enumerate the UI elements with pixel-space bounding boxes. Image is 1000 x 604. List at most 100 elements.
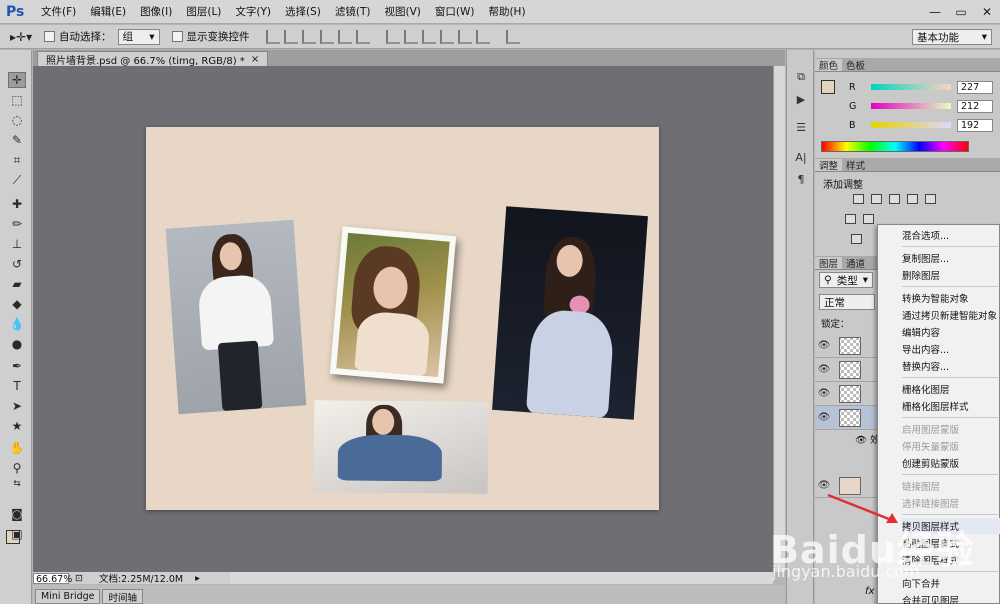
red-value-field[interactable]: 227 bbox=[957, 80, 993, 94]
eyedropper-tool-icon[interactable]: ⟋ bbox=[8, 172, 26, 188]
close-tab-icon[interactable]: × bbox=[251, 54, 259, 65]
tab-mini-bridge[interactable]: Mini Bridge bbox=[35, 589, 101, 604]
green-value-field[interactable]: 212 bbox=[957, 99, 993, 113]
path-select-tool-icon[interactable]: ➤ bbox=[8, 398, 26, 414]
align-right-icon[interactable] bbox=[355, 29, 370, 44]
menu-item[interactable]: 滤镜(T) bbox=[328, 4, 378, 19]
vertical-scrollbar[interactable] bbox=[773, 66, 785, 572]
context-menu-item[interactable]: 创建剪贴蒙版 bbox=[902, 455, 1000, 471]
actions-panel-icon[interactable]: ▶ bbox=[793, 92, 809, 106]
invert-icon[interactable] bbox=[851, 234, 862, 244]
photo-white-shirt[interactable] bbox=[165, 219, 307, 415]
clone-stamp-tool-icon[interactable]: ⊥ bbox=[8, 236, 26, 252]
show-transform-checkbox[interactable] bbox=[171, 31, 183, 42]
hand-tool-icon[interactable]: ✋ bbox=[8, 440, 26, 456]
eye-icon[interactable]: 👁 bbox=[815, 364, 833, 375]
auto-select-checkbox[interactable] bbox=[44, 31, 55, 42]
align-hcenter-icon[interactable] bbox=[337, 29, 352, 44]
auto-align-icon[interactable] bbox=[505, 29, 520, 44]
context-menu-item[interactable]: 转换为智能对象 bbox=[902, 290, 1000, 306]
layer-filter-dropdown[interactable]: ⚲ 类型 ▾ bbox=[819, 272, 873, 288]
menu-item[interactable]: 图像(I) bbox=[133, 4, 179, 19]
tab-swatches[interactable]: 色板 bbox=[842, 59, 869, 72]
status-menu-arrow-icon[interactable]: ▸ bbox=[195, 573, 200, 584]
photo-reclining[interactable] bbox=[313, 400, 489, 494]
eye-icon[interactable]: 👁 bbox=[815, 412, 833, 423]
eye-icon[interactable]: 👁 bbox=[815, 340, 833, 351]
history-panel-icon[interactable]: ⧉ bbox=[793, 70, 809, 84]
zoom-level-field[interactable]: 66.67% bbox=[33, 572, 72, 585]
document-canvas[interactable] bbox=[146, 127, 659, 510]
menu-item[interactable]: 窗口(W) bbox=[428, 4, 482, 19]
tab-adjustments[interactable]: 调整 bbox=[815, 159, 843, 172]
restore-button[interactable]: ▭ bbox=[948, 0, 974, 24]
menu-item[interactable]: 文件(F) bbox=[34, 4, 83, 19]
properties-panel-icon[interactable]: ☰ bbox=[793, 120, 809, 134]
menu-item[interactable]: 视图(V) bbox=[377, 4, 427, 19]
swap-colors-icon[interactable]: ⇆ bbox=[8, 476, 26, 492]
color-panel-foreground-swatch[interactable] bbox=[821, 80, 835, 94]
paint-bucket-tool-icon[interactable]: ◆ bbox=[8, 296, 26, 312]
type-tool-icon[interactable]: T bbox=[8, 378, 26, 394]
move-tool-icon[interactable]: ✛ bbox=[8, 72, 26, 88]
context-menu-item[interactable]: 替换内容... bbox=[902, 358, 1000, 374]
align-top-icon[interactable] bbox=[265, 29, 280, 44]
workspace-dropdown[interactable]: 基本功能 ▾ bbox=[912, 29, 992, 45]
context-menu-item[interactable]: 复制图层... bbox=[902, 250, 1000, 266]
distribute-right-icon[interactable] bbox=[475, 29, 490, 44]
vibrance-icon[interactable] bbox=[925, 194, 936, 204]
blend-mode-dropdown[interactable]: 正常 bbox=[819, 294, 875, 310]
document-tab[interactable]: 照片墙背景.psd @ 66.7% (timg, RGB/8) * × bbox=[37, 51, 269, 67]
screen-mode-icon[interactable]: ▣ bbox=[8, 526, 26, 542]
character-panel-icon[interactable]: A| bbox=[793, 150, 809, 164]
photo-polaroid-frame[interactable] bbox=[329, 226, 457, 384]
context-menu-item[interactable]: 合并可见图层 bbox=[902, 592, 1000, 604]
green-slider[interactable] bbox=[871, 103, 951, 109]
levels-icon[interactable] bbox=[871, 194, 882, 204]
distribute-top-icon[interactable] bbox=[385, 29, 400, 44]
crop-tool-icon[interactable]: ⌗ bbox=[8, 152, 26, 168]
curves-icon[interactable] bbox=[889, 194, 900, 204]
auto-select-dropdown[interactable]: 组 ▾ bbox=[117, 28, 160, 45]
canvas-area[interactable] bbox=[33, 66, 773, 572]
doc-info-icon[interactable]: ⊡ bbox=[75, 573, 83, 584]
context-menu-item[interactable]: 栅格化图层样式 bbox=[902, 398, 1000, 414]
brush-tool-icon[interactable]: ✏ bbox=[8, 216, 26, 232]
blue-slider[interactable] bbox=[871, 122, 951, 128]
paragraph-panel-icon[interactable]: ¶ bbox=[793, 172, 809, 186]
close-button[interactable]: ✕ bbox=[974, 0, 1000, 24]
menu-item[interactable]: 帮助(H) bbox=[481, 4, 532, 19]
minimize-button[interactable]: — bbox=[922, 0, 948, 24]
pen-tool-icon[interactable]: ✒ bbox=[8, 358, 26, 374]
lasso-tool-icon[interactable]: ◌ bbox=[8, 112, 26, 128]
align-bottom-icon[interactable] bbox=[301, 29, 316, 44]
hue-saturation-icon[interactable] bbox=[845, 214, 856, 224]
tab-timeline[interactable]: 时间轴 bbox=[102, 589, 143, 604]
tab-layers[interactable]: 图层 bbox=[815, 257, 843, 270]
horizontal-scrollbar[interactable] bbox=[230, 572, 773, 584]
distribute-bottom-icon[interactable] bbox=[421, 29, 436, 44]
move-tool-preset-icon[interactable]: ▸✛▾ bbox=[10, 27, 44, 47]
history-brush-tool-icon[interactable]: ↺ bbox=[8, 256, 26, 272]
distribute-left-icon[interactable] bbox=[439, 29, 454, 44]
context-menu-item[interactable]: 通过拷贝新建智能对象 bbox=[902, 307, 1000, 323]
menu-item[interactable]: 文字(Y) bbox=[228, 4, 278, 19]
color-spectrum-bar[interactable] bbox=[821, 141, 969, 152]
blur-tool-icon[interactable]: 💧 bbox=[8, 316, 26, 332]
color-balance-icon[interactable] bbox=[863, 214, 874, 224]
align-left-icon[interactable] bbox=[319, 29, 334, 44]
context-menu-item[interactable]: 编辑内容 bbox=[902, 324, 1000, 340]
distribute-vcenter-icon[interactable] bbox=[403, 29, 418, 44]
distribute-hcenter-icon[interactable] bbox=[457, 29, 472, 44]
dodge-tool-icon[interactable]: ● bbox=[8, 336, 26, 352]
photo-dark-background[interactable] bbox=[492, 206, 648, 420]
menu-item[interactable]: 图层(L) bbox=[179, 4, 228, 19]
tab-channels[interactable]: 通道 bbox=[842, 257, 869, 270]
fx-button[interactable]: fx bbox=[865, 586, 874, 597]
menu-item[interactable]: 编辑(E) bbox=[83, 4, 133, 19]
tab-color[interactable]: 颜色 bbox=[815, 59, 843, 72]
brightness-icon[interactable] bbox=[853, 194, 864, 204]
zoom-tool-icon[interactable]: ⚲ bbox=[8, 460, 26, 476]
eye-icon[interactable]: 👁 bbox=[855, 435, 867, 446]
quick-mask-icon[interactable]: ◙ bbox=[8, 506, 26, 522]
